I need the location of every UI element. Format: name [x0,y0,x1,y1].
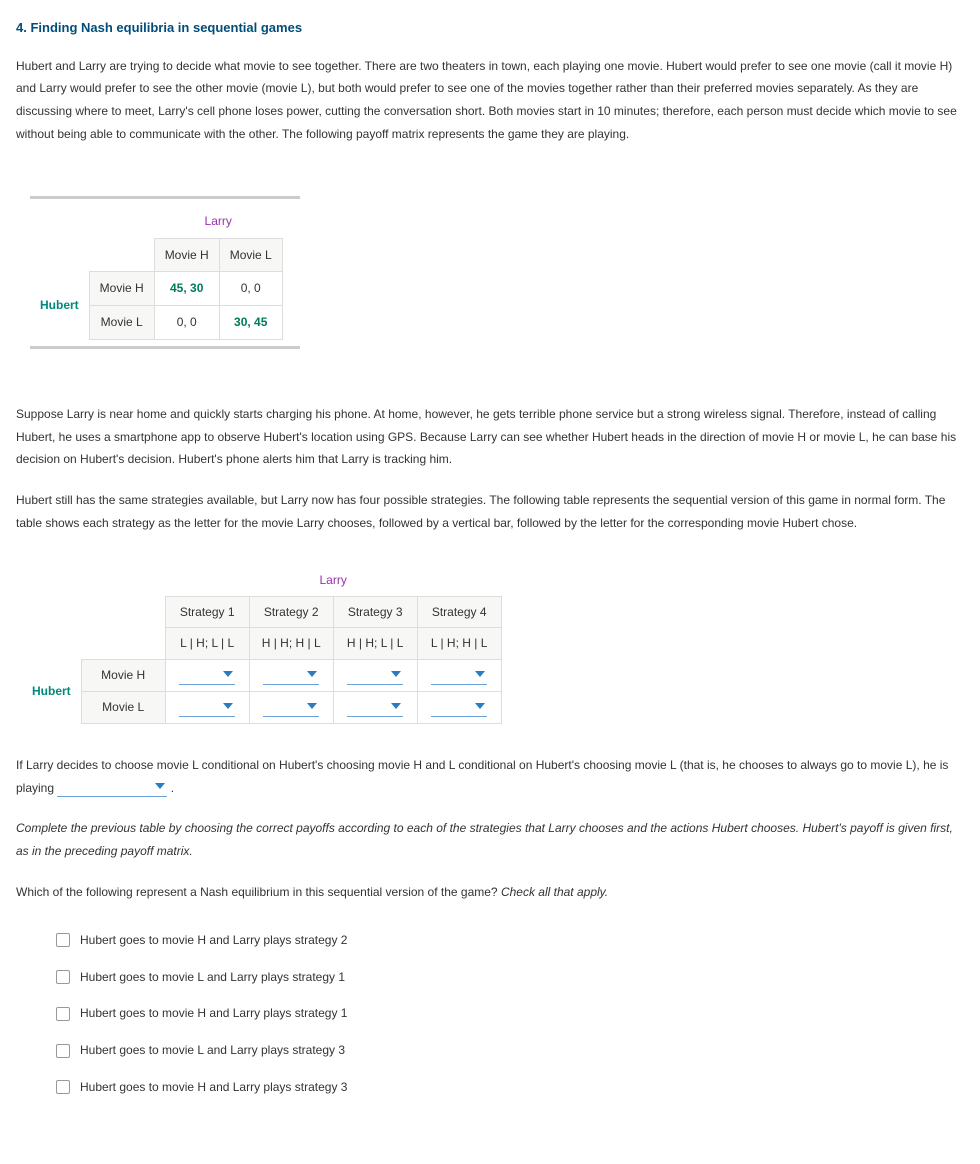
strategy-dropdown[interactable] [57,779,167,797]
strategy-code: H | H; L | L [333,628,417,660]
question-title: 4. Finding Nash equilibria in sequential… [16,16,964,41]
checkbox-label: Hubert goes to movie L and Larry plays s… [80,1039,345,1062]
paragraph: Suppose Larry is near home and quickly s… [16,403,964,471]
checkbox-icon[interactable] [56,970,70,984]
checkbox-icon[interactable] [56,933,70,947]
checkbox-icon[interactable] [56,1044,70,1058]
checkbox-option[interactable]: Hubert goes to movie L and Larry plays s… [56,959,964,996]
text: . [171,781,174,795]
checkbox-option[interactable]: Hubert goes to movie H and Larry plays s… [56,922,964,959]
col-header: Movie H [154,238,219,272]
row-header: Movie L [81,692,165,724]
col-player-label: Larry [205,214,232,228]
chevron-down-icon [475,703,485,709]
fill-in-paragraph: If Larry decides to choose movie L condi… [16,754,964,800]
chevron-down-icon [391,671,401,677]
row-header: Movie L [89,306,154,340]
payoff-dropdown[interactable] [263,667,319,685]
strategy-header: Strategy 2 [249,596,333,628]
payoff-cell: 0, 0 [241,281,261,295]
checkbox-label: Hubert goes to movie H and Larry plays s… [80,1002,347,1025]
strategy-header: Strategy 4 [417,596,501,628]
question-paragraph: Which of the following represent a Nash … [16,881,964,904]
chevron-down-icon [307,671,317,677]
payoff-dropdown[interactable] [431,699,487,717]
checkbox-icon[interactable] [56,1007,70,1021]
chevron-down-icon [155,783,165,789]
checkbox-option[interactable]: Hubert goes to movie L and Larry plays s… [56,1032,964,1069]
payoff-dropdown[interactable] [263,699,319,717]
row-player-label: Hubert [40,298,79,312]
chevron-down-icon [475,671,485,677]
paragraph: Hubert still has the same strategies ava… [16,489,964,535]
strategy-code: L | H; L | L [165,628,249,660]
row-player-label: Hubert [32,684,71,698]
divider [30,346,300,349]
col-header: Movie L [219,238,282,272]
payoff-cell: 30, 45 [234,315,267,329]
col-player-label: Larry [320,573,347,587]
instruction-paragraph: Complete the previous table by choosing … [16,817,964,863]
checkbox-label: Hubert goes to movie L and Larry plays s… [80,966,345,989]
payoff-dropdown[interactable] [347,667,403,685]
payoff-dropdown[interactable] [179,667,235,685]
payoff-dropdown[interactable] [431,667,487,685]
checkbox-option[interactable]: Hubert goes to movie H and Larry plays s… [56,1069,964,1106]
checkbox-icon[interactable] [56,1080,70,1094]
payoff-cell: 45, 30 [170,281,203,295]
payoff-cell: 0, 0 [177,315,197,329]
hint-text: Check all that apply. [501,885,608,899]
payoff-matrix-1: Larry Movie H Movie L Hubert Movie H 45,… [30,190,300,355]
chevron-down-icon [223,671,233,677]
payoff-dropdown[interactable] [347,699,403,717]
checkbox-label: Hubert goes to movie H and Larry plays s… [80,929,347,952]
row-header: Movie H [89,272,154,306]
strategy-header: Strategy 3 [333,596,417,628]
row-header: Movie H [81,660,165,692]
payoff-matrix-2: Larry Strategy 1 Strategy 2 Strategy 3 S… [16,565,964,724]
strategy-header: Strategy 1 [165,596,249,628]
checkbox-option[interactable]: Hubert goes to movie H and Larry plays s… [56,995,964,1032]
strategy-code: L | H; H | L [417,628,501,660]
intro-paragraph: Hubert and Larry are trying to decide wh… [16,55,964,146]
chevron-down-icon [391,703,401,709]
divider [30,196,300,199]
checkbox-label: Hubert goes to movie H and Larry plays s… [80,1076,347,1099]
text: Which of the following represent a Nash … [16,885,501,899]
chevron-down-icon [223,703,233,709]
payoff-dropdown[interactable] [179,699,235,717]
strategy-code: H | H; H | L [249,628,333,660]
chevron-down-icon [307,703,317,709]
checkbox-group: Hubert goes to movie H and Larry plays s… [56,922,964,1106]
